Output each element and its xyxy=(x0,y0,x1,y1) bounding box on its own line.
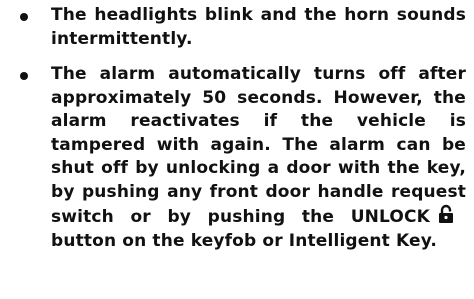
document-page: The headlights blink and the horn sounds… xyxy=(0,0,474,299)
bullet-dot xyxy=(20,13,28,21)
bullet-item-headlights: The headlights blink and the horn sounds… xyxy=(0,4,474,51)
bullet-text-after-icon: button on the keyfob or Intelligent Key. xyxy=(51,230,438,251)
bullet-text-before-icon: The alarm automatically turns off after … xyxy=(51,64,466,227)
bullet-list: The headlights blink and the horn sounds… xyxy=(0,4,474,253)
bullet-dot xyxy=(20,72,28,80)
bullet-item-alarm: The alarm automatically turns off after … xyxy=(0,63,474,253)
unlock-icon xyxy=(438,204,454,224)
bullet-text: The headlights blink and the horn sounds… xyxy=(51,5,466,49)
